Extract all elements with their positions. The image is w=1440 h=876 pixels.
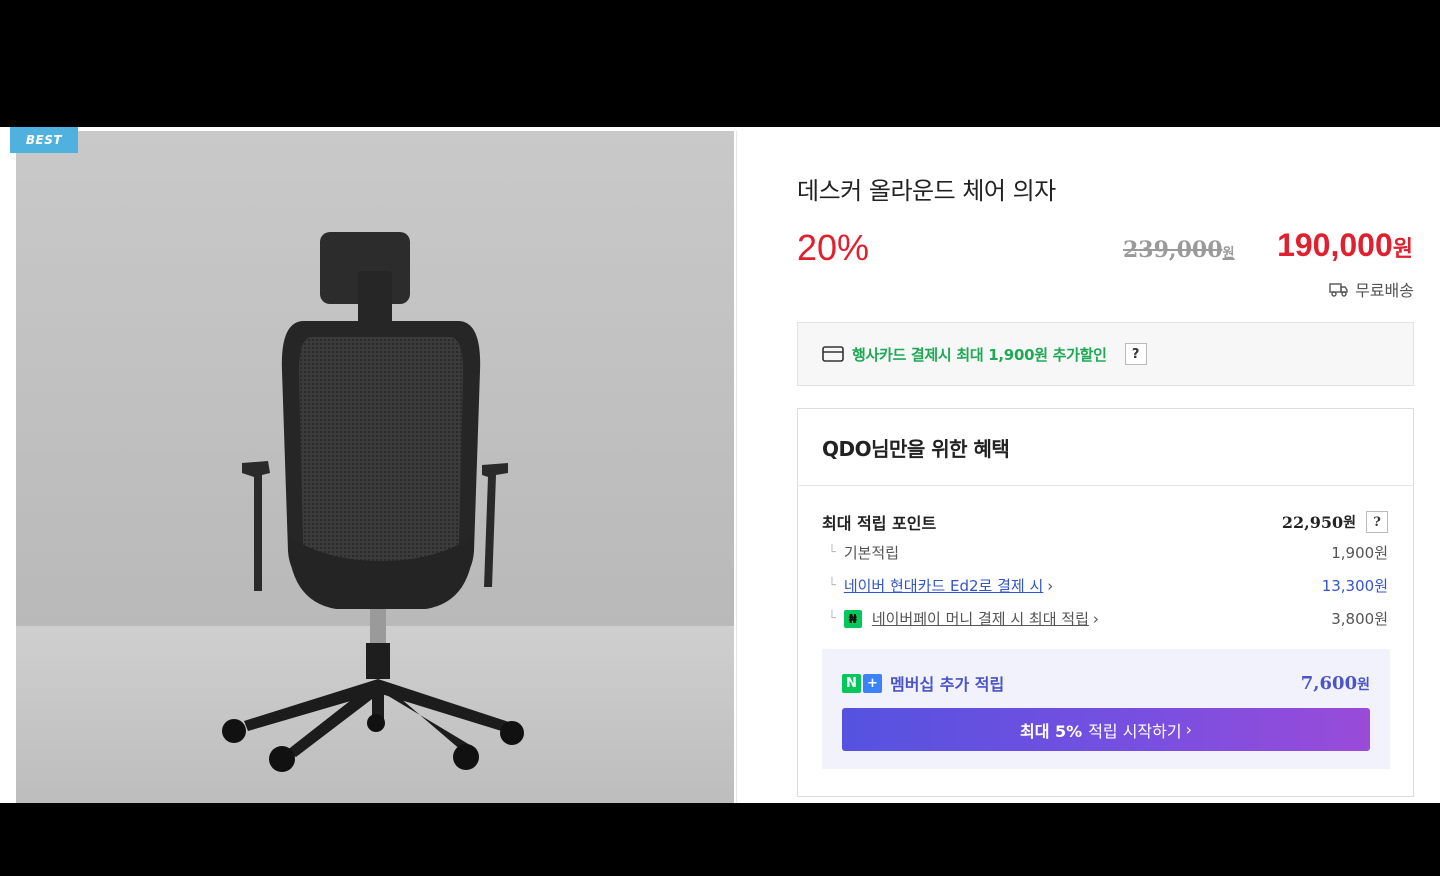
hyundai-card-value: 13,300원 — [1321, 577, 1388, 595]
membership-label-text: 멤버십 추가 적립 — [890, 675, 1005, 694]
card-promo-box: 행사카드 결제시 최대 1,900원 추가할인 ? — [797, 322, 1414, 386]
membership-label: N + 멤버십 추가 적립 — [842, 671, 1004, 695]
cta-bold-text: 최대 5% — [1020, 721, 1083, 741]
membership-value-currency: 원 — [1357, 676, 1370, 693]
max-points-help-button[interactable]: ? — [1366, 511, 1388, 533]
cta-text: 적립 시작하기 — [1088, 721, 1182, 741]
best-badge: BEST — [10, 127, 78, 153]
credit-card-icon — [822, 346, 844, 362]
original-price-currency: 원 — [1222, 246, 1235, 261]
membership-value-number: 7,600 — [1300, 672, 1358, 694]
image-divider — [736, 131, 737, 803]
basic-points-value: 1,900원 — [1331, 544, 1388, 562]
naver-plus-icon: N + — [842, 673, 882, 693]
naver-pay-icon: ₦ — [843, 609, 862, 628]
max-points-label: 최대 적립 포인트 — [822, 514, 937, 533]
branch-icon: └ — [828, 545, 836, 560]
product-image[interactable] — [16, 131, 734, 803]
card-promo-help-button[interactable]: ? — [1124, 343, 1147, 365]
hyundai-card-link[interactable]: 네이버 현대카드 Ed2로 결제 시 — [844, 575, 1043, 596]
max-points-row: 최대 적립 포인트 22,950 원 ? — [822, 510, 1388, 534]
membership-row: N + 멤버십 추가 적립 7,600원 — [842, 671, 1370, 695]
sale-price: 190,000원 — [1277, 227, 1413, 264]
chevron-right-icon: › — [1185, 720, 1192, 739]
hyundai-card-label: └ 네이버 현대카드 Ed2로 결제 시 › — [822, 575, 1053, 596]
benefit-panel: QDO님만을 위한 혜택 최대 적립 포인트 22,950 원 ? └ 기본적립 1… — [797, 408, 1414, 797]
shipping-info: 무료배송 — [1329, 277, 1414, 301]
basic-points-text: 기본적립 — [843, 544, 900, 562]
branch-icon: └ — [828, 578, 836, 593]
sale-price-currency: 원 — [1392, 236, 1413, 261]
basic-points-label: └ 기본적립 — [822, 542, 899, 563]
bottom-black-bar — [0, 803, 1440, 876]
sale-price-value: 190,000 — [1277, 227, 1393, 263]
npay-money-value: 3,800원 — [1331, 610, 1388, 628]
membership-value: 7,600원 — [1301, 673, 1370, 694]
original-price: 239,000원 — [1123, 237, 1234, 263]
max-points-number: 22,950 — [1281, 512, 1344, 532]
card-promo-text: 행사카드 결제시 최대 1,900원 추가할인 — [852, 345, 1107, 364]
product-title: 데스커 올라운드 체어 의자 — [797, 177, 1056, 205]
chevron-right-icon: › — [1047, 576, 1054, 595]
hyundai-card-row[interactable]: └ 네이버 현대카드 Ed2로 결제 시 › 13,300원 — [822, 575, 1388, 596]
discount-rate: 20% — [797, 227, 870, 268]
max-points-value: 22,950 원 ? — [1282, 511, 1388, 533]
benefit-title: QDO님만을 위한 혜택 — [798, 409, 1413, 486]
original-price-value: 239,000 — [1123, 237, 1223, 263]
npay-money-label: └ ₦ 네이버페이 머니 결제 시 최대 적립 › — [822, 608, 1099, 629]
basic-points-row: └ 기본적립 1,900원 — [822, 542, 1388, 563]
shipping-label: 무료배송 — [1355, 281, 1414, 300]
max-points-currency: 원 — [1343, 515, 1356, 531]
chevron-right-icon: › — [1092, 609, 1099, 628]
membership-box: N + 멤버십 추가 적립 7,600원 최대 5% 적립 시작하기 › — [822, 649, 1390, 769]
npay-money-row[interactable]: └ ₦ 네이버페이 머니 결제 시 최대 적립 › 3,800원 — [822, 608, 1388, 629]
chair-illustration — [16, 131, 734, 803]
branch-icon: └ — [828, 611, 836, 626]
start-membership-button[interactable]: 최대 5% 적립 시작하기 › — [842, 708, 1370, 751]
product-page: BEST 데스커 올라운드 체어 의자 20% 239,000원 190,000… — [0, 127, 1440, 803]
top-black-bar — [0, 0, 1440, 127]
npay-money-link[interactable]: 네이버페이 머니 결제 시 최대 적립 — [872, 608, 1089, 629]
truck-icon — [1329, 283, 1348, 297]
